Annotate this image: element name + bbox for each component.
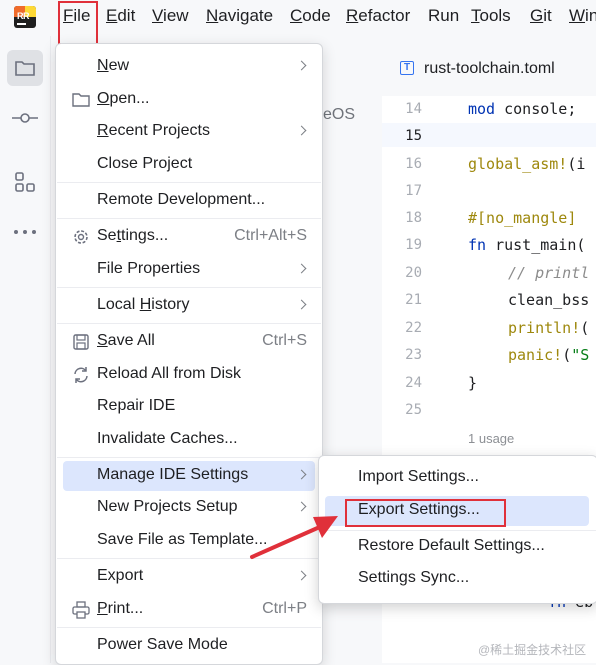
watermark: @稀土掘金技术社区	[478, 643, 587, 657]
annotation-arrow	[250, 516, 338, 559]
